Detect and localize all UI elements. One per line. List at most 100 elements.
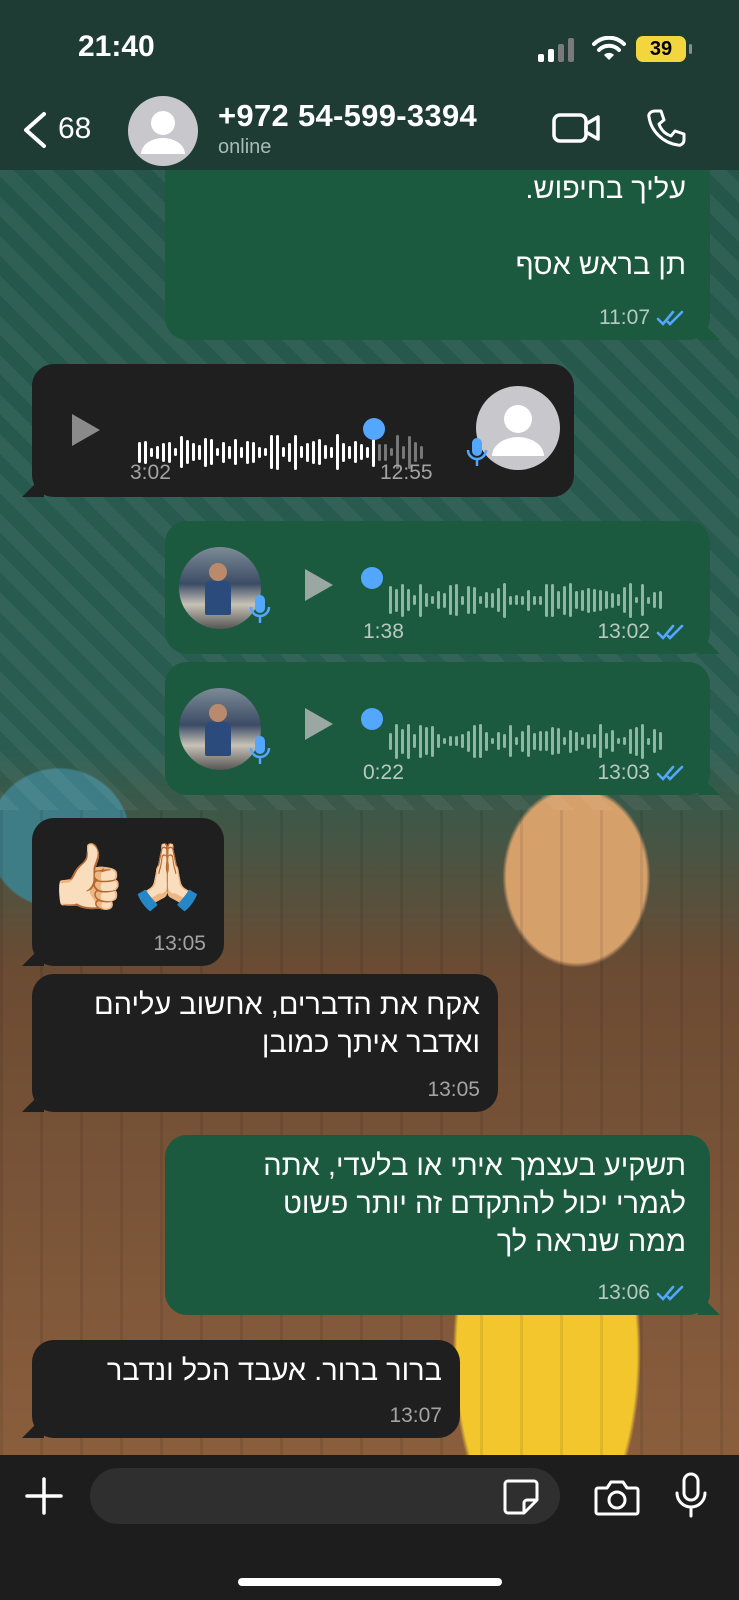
camera-icon[interactable] xyxy=(594,1478,640,1516)
waveform-bar xyxy=(306,442,309,462)
waveform-bar xyxy=(593,588,596,612)
message-time: 12:55 xyxy=(380,461,433,484)
waveform-bar xyxy=(234,439,237,465)
waveform-bar xyxy=(431,596,434,604)
contact-name[interactable]: +972 54-599-3394 xyxy=(218,98,477,134)
waveform-bar xyxy=(587,733,590,749)
microphone-icon[interactable] xyxy=(674,1472,708,1518)
play-icon[interactable] xyxy=(305,569,333,601)
waveform-bar xyxy=(557,728,560,754)
waveform-bar xyxy=(270,435,273,469)
sticker-icon[interactable] xyxy=(502,1478,540,1516)
waveform-bar xyxy=(521,730,524,752)
waveform-bar xyxy=(276,434,279,470)
waveform-bar xyxy=(204,437,207,467)
cellular-signal-icon xyxy=(538,38,578,62)
waveform-bar xyxy=(443,738,446,744)
waveform-bar xyxy=(485,592,488,608)
waveform-bar xyxy=(641,723,644,759)
message-bubble-incoming[interactable]: 3:02 12:55 xyxy=(22,364,574,497)
waveform-bar xyxy=(395,723,398,759)
waveform-bar xyxy=(623,737,626,745)
waveform-bar xyxy=(198,444,201,460)
waveform-bar xyxy=(659,591,662,609)
waveform-bar xyxy=(390,448,393,456)
chevron-left-icon[interactable] xyxy=(14,108,58,152)
message-bubble-incoming[interactable]: אקח את הדברים, אחשוב עליהם ואדבר איתך כמ… xyxy=(22,974,498,1112)
waveform-bar xyxy=(252,441,255,463)
message-text-line: ואדבר איתך כמובן xyxy=(261,1027,480,1059)
waveform-bar xyxy=(437,591,440,609)
waveform-bar xyxy=(647,596,650,604)
message-text-line: תן בראש אסף xyxy=(515,249,686,281)
message-time: 13:05 xyxy=(153,932,206,955)
waveform-bar xyxy=(539,731,542,751)
playback-position[interactable] xyxy=(363,418,385,440)
video-call-icon[interactable] xyxy=(552,110,600,146)
waveform-bar xyxy=(521,595,524,605)
waveform-bar xyxy=(617,594,620,606)
waveform-bar xyxy=(420,445,423,459)
waveform-bar xyxy=(228,445,231,459)
waveform-bar xyxy=(623,587,626,613)
double-check-icon xyxy=(656,624,684,640)
waveform-bar xyxy=(491,738,494,744)
message-bubble-incoming[interactable]: ברור ברור. אעבד הכל ונדבר 13:07 xyxy=(22,1340,460,1438)
voice-waveform[interactable] xyxy=(389,719,662,763)
waveform-bar xyxy=(569,729,572,753)
waveform-bar xyxy=(378,443,381,461)
message-bubble-incoming[interactable]: 👍🏻🙏🏻 13:05 xyxy=(22,818,224,966)
waveform-bar xyxy=(216,448,219,456)
waveform-bar xyxy=(300,446,303,458)
back-unread-count[interactable]: 68 xyxy=(58,112,91,146)
waveform-bar xyxy=(425,727,428,755)
waveform-bar xyxy=(330,446,333,458)
waveform-bar xyxy=(372,437,375,467)
waveform-bar xyxy=(581,589,584,611)
message-input[interactable] xyxy=(90,1468,560,1524)
playback-position[interactable] xyxy=(361,708,383,730)
waveform-bar xyxy=(419,724,422,758)
waveform-bar xyxy=(413,595,416,605)
voice-waveform[interactable] xyxy=(389,578,662,622)
message-time: 13:02 xyxy=(597,620,650,643)
message-bubble-outgoing[interactable]: 1:38 13:02 xyxy=(165,521,720,654)
voice-duration: 3:02 xyxy=(130,461,171,484)
waveform-bar xyxy=(449,736,452,746)
playback-position[interactable] xyxy=(361,567,383,589)
waveform-bar xyxy=(599,724,602,758)
voice-duration: 1:38 xyxy=(363,620,404,643)
message-time: 13:07 xyxy=(389,1404,442,1427)
plus-icon[interactable] xyxy=(24,1476,64,1516)
waveform-bar xyxy=(503,734,506,748)
waveform-bar xyxy=(186,440,189,464)
waveform-bar xyxy=(437,734,440,748)
play-icon[interactable] xyxy=(72,414,100,446)
waveform-bar xyxy=(515,737,518,745)
waveform-bar xyxy=(342,442,345,462)
voice-duration: 0:22 xyxy=(363,761,404,784)
double-check-icon xyxy=(656,1285,684,1301)
message-bubble-outgoing[interactable]: תשקיע בעצמך איתי או בלעדי, אתה לגמרי יכו… xyxy=(165,1135,720,1315)
waveform-bar xyxy=(467,730,470,752)
waveform-bar xyxy=(617,738,620,744)
waveform-bar xyxy=(360,444,363,460)
double-check-icon xyxy=(656,310,684,326)
waveform-bar xyxy=(210,439,213,465)
play-icon[interactable] xyxy=(305,708,333,740)
waveform-bar xyxy=(401,728,404,754)
waveform-bar xyxy=(575,591,578,609)
waveform-bar xyxy=(527,725,530,757)
waveform-bar xyxy=(593,734,596,748)
message-bubble-outgoing[interactable]: 0:22 13:03 xyxy=(165,662,720,795)
waveform-bar xyxy=(150,447,153,457)
contact-avatar[interactable] xyxy=(128,96,198,166)
waveform-bar xyxy=(479,724,482,758)
phone-icon[interactable] xyxy=(646,108,686,148)
waveform-bar xyxy=(455,584,458,616)
waveform-bar xyxy=(485,731,488,751)
waveform-bar xyxy=(659,732,662,750)
waveform-bar xyxy=(497,732,500,750)
double-check-icon xyxy=(656,765,684,781)
waveform-bar xyxy=(431,725,434,757)
